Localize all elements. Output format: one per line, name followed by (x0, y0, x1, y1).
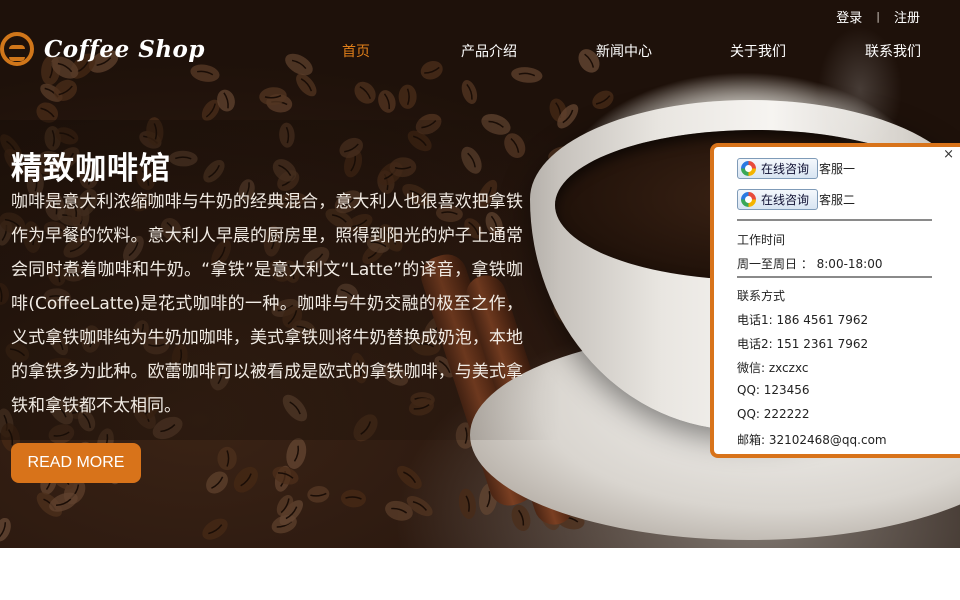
hero-description: 咖啡是意大利浓缩咖啡与牛奶的经典混合，意大利人也很喜欢把拿铁作为早餐的饮料。意大… (11, 192, 523, 416)
online-consult-button[interactable]: 在线咨询 (737, 189, 818, 210)
service-agent-row: 在线咨询 客服二 (737, 189, 855, 210)
online-consult-label: 在线咨询 (761, 193, 810, 207)
nav-item-news[interactable]: 新闻中心 (596, 41, 652, 61)
qq-1: QQ: 123456 (737, 383, 810, 397)
online-consult-button[interactable]: 在线咨询 (737, 158, 818, 179)
agent-name: 客服一 (819, 162, 856, 176)
hero-title: 精致咖啡馆 (11, 151, 171, 187)
top-links: 登录 | 注册 (836, 7, 920, 26)
qq-chat-icon (741, 161, 756, 176)
service-agent-row: 在线咨询 客服一 (737, 158, 855, 179)
main-nav: 首页 产品介绍 新闻中心 关于我们 联系我们 (0, 41, 960, 61)
phone-2: 电话2: 151 2361 7962 (737, 337, 869, 351)
close-icon[interactable]: × (943, 147, 954, 162)
contact-title: 联系方式 (737, 289, 786, 303)
qq-chat-icon (741, 192, 756, 207)
top-links-separator: | (876, 10, 880, 23)
read-more-button[interactable]: READ MORE (11, 443, 141, 483)
divider (737, 219, 932, 221)
register-link[interactable]: 注册 (894, 7, 920, 26)
agent-name: 客服二 (819, 193, 856, 207)
hours-text: 周一至周日 ： 8:00-18:00 (737, 257, 883, 271)
hours-title: 工作时间 (737, 233, 786, 247)
nav-item-contact[interactable]: 联系我们 (865, 41, 921, 61)
nav-item-products[interactable]: 产品介绍 (461, 41, 517, 61)
nav-item-about[interactable]: 关于我们 (730, 41, 786, 61)
wechat: 微信: zxczxc (737, 361, 809, 375)
email: 邮箱: 32102468@qq.com (737, 433, 887, 447)
divider (737, 276, 932, 278)
login-link[interactable]: 登录 (836, 7, 862, 26)
qq-2: QQ: 222222 (737, 407, 810, 421)
online-consult-label: 在线咨询 (761, 162, 810, 176)
nav-item-home[interactable]: 首页 (342, 41, 370, 61)
phone-1: 电话1: 186 4561 7962 (737, 313, 869, 327)
online-service-panel: × 在线咨询 客服一 在线咨询 客服二 工作时间 周一至周日 ： 8:00-18… (710, 143, 960, 458)
